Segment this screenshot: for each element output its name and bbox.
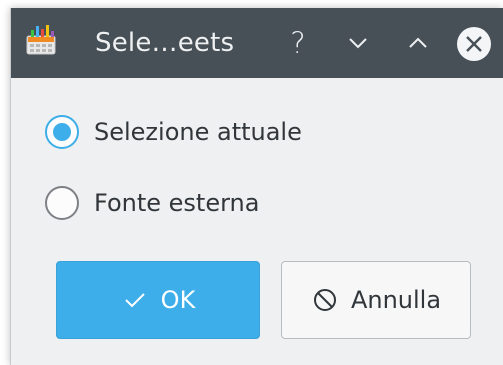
chevron-up-icon [409,37,427,48]
dialog-content: Selezione attuale Fonte esterna OK Annul… [11,78,503,365]
option-external-source[interactable]: Fonte esterna [45,185,259,221]
ok-button[interactable]: OK [56,261,260,339]
titlebar[interactable]: Sele…eets ? [11,8,503,78]
help-button[interactable]: ? [281,26,315,60]
dialog-window: Sele…eets ? Selezione attuale Fonte este… [10,8,503,365]
cancel-icon [311,286,339,314]
chevron-down-icon [349,38,367,49]
option-current-selection[interactable]: Selezione attuale [45,114,302,150]
close-button[interactable] [457,27,491,61]
radio-external-source[interactable] [45,186,79,220]
close-icon [466,36,482,52]
check-icon [121,286,149,314]
option-label-current-selection: Selezione attuale [94,118,302,146]
radio-current-selection[interactable] [45,115,79,149]
maximize-button[interactable] [401,26,435,60]
ok-label: OK [160,286,196,314]
cancel-label: Annulla [350,286,442,314]
help-icon: ? [290,26,306,60]
cancel-button[interactable]: Annulla [281,261,471,339]
app-icon [26,25,56,55]
minimize-button[interactable] [341,26,375,60]
option-label-external-source: Fonte esterna [94,189,260,217]
window-title: Sele…eets [95,28,235,58]
